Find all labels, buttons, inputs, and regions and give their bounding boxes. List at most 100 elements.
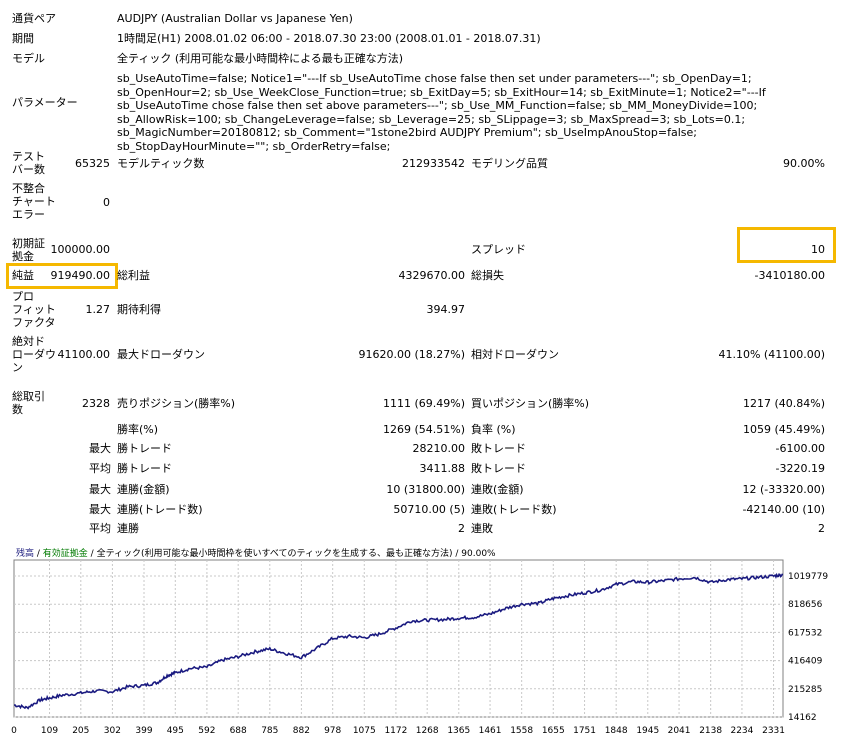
largest-loss-value: -6100.00 (775, 442, 825, 455)
avg-cons-prefix: 平均 (89, 522, 111, 535)
x-tick-label: 1268 (416, 726, 439, 736)
x-tick-label: 1945 (636, 726, 659, 736)
y-tick-label: 818656 (788, 600, 823, 610)
short-positions-value: 1111 (69.49%) (382, 397, 465, 410)
model-quality-label: モデリング品質 (471, 157, 548, 170)
legend-separator: / (452, 549, 462, 559)
profit-factor-label-1: プロ (12, 290, 34, 303)
gross-profit-label: 総利益 (117, 269, 150, 282)
mismatch-label-1: 不整合 (12, 182, 45, 195)
spread-label: スプレッド (471, 243, 526, 256)
y-tick-label: 215285 (788, 685, 822, 695)
x-tick-label: 785 (261, 726, 278, 736)
x-tick-label: 2041 (668, 726, 691, 736)
gross-loss-value: -3410180.00 (754, 269, 825, 282)
x-tick-label: 1848 (605, 726, 628, 736)
model-ticks-label: モデルティック数 (117, 157, 205, 170)
x-tick-label: 205 (72, 726, 89, 736)
x-tick-label: 1461 (479, 726, 502, 736)
avg-cons-win-value: 2 (458, 522, 465, 535)
period-value: 1時間足(H1) 2008.01.02 06:00 - 2018.07.30 2… (117, 32, 541, 45)
model-label: モデル (12, 52, 45, 65)
largest-prefix: 最大 (89, 442, 111, 455)
mismatch-value: 0 (103, 196, 110, 209)
avg-cons-loss-label: 連敗 (471, 522, 493, 535)
total-trades-value: 2328 (82, 397, 110, 410)
y-tick-label: 1019779 (788, 572, 828, 582)
model-ticks-value: 212933542 (402, 157, 465, 170)
x-tick-label: 2138 (699, 726, 722, 736)
x-tick-label: 109 (41, 726, 58, 736)
max-dd-value: 91620.00 (18.27%) (358, 348, 465, 361)
y-tick-label: 14162 (788, 713, 817, 723)
model-value: 全ティック (利用可能な最小時間枠による最も正確な方法) (117, 52, 404, 65)
x-tick-label: 399 (135, 726, 152, 736)
legend-balance: 残高 (16, 549, 35, 559)
params-label: パラメーター (12, 96, 78, 109)
legend-quality: 90.00% (461, 549, 496, 559)
y-tick-label: 617532 (788, 628, 822, 638)
avg-cons-loss-value: 2 (818, 522, 825, 535)
initial-deposit-label-2: 拠金 (12, 250, 34, 263)
total-trades-label-2: 数 (12, 403, 23, 416)
spread-value: 10 (811, 243, 825, 256)
cons-loss-amt-label: 連敗(金額) (471, 483, 524, 496)
gross-loss-label: 総損失 (471, 269, 504, 282)
legend-separator: / (34, 549, 43, 559)
cons-loss-cnt-label: 連敗(トレード数) (471, 503, 557, 516)
model-quality-value: 90.00% (783, 157, 825, 170)
profit-factor-value: 1.27 (85, 303, 111, 316)
x-tick-label: 1075 (353, 726, 376, 736)
x-tick-label: 2234 (730, 726, 753, 736)
win-rate-label: 勝率(%) (117, 423, 159, 436)
gross-profit-value: 4329670.00 (398, 269, 465, 282)
abs-dd-value: 41100.00 (57, 348, 111, 361)
x-tick-label: 1751 (573, 726, 596, 736)
profit-factor-label-3: ファクタ (12, 316, 56, 329)
max-cons-cnt-prefix: 最大 (89, 503, 111, 516)
average-prefix: 平均 (89, 462, 111, 475)
avg-cons-win-label: 連勝 (117, 522, 139, 535)
avg-win-value: 3411.88 (419, 462, 466, 475)
largest-loss-label: 敗トレード (471, 442, 526, 455)
cons-loss-cnt-value: -42140.00 (10) (742, 503, 825, 516)
x-tick-label: 495 (167, 726, 184, 736)
loss-rate-value: 1059 (45.49%) (742, 423, 825, 436)
rel-dd-value: 41.10% (41100.00) (718, 348, 825, 361)
abs-dd-label-3: ン (12, 361, 23, 374)
expected-payoff-value: 394.97 (426, 303, 466, 316)
largest-win-value: 28210.00 (412, 442, 466, 455)
x-tick-label: 2331 (762, 726, 785, 736)
plot-frame (13, 559, 784, 718)
cons-win-cnt-value: 50710.00 (5) (393, 503, 465, 516)
avg-loss-label: 敗トレード (471, 462, 526, 475)
total-trades-label-1: 総取引 (12, 390, 45, 403)
params-value: sb_UseAutoTime=false; Notice1="---If sb_… (117, 72, 766, 153)
x-tick-label: 1655 (542, 726, 565, 736)
short-positions-label: 売りポジション(勝率%) (117, 397, 236, 410)
x-tick-label: 1365 (447, 726, 470, 736)
net-profit-label: 純益 (12, 269, 34, 282)
x-tick-label: 302 (104, 726, 121, 736)
period-label: 期間 (12, 32, 34, 45)
y-tick-label: 416409 (788, 657, 823, 667)
legend-margin: 有効証拠金 (42, 549, 88, 559)
x-tick-label: 0 (11, 726, 17, 736)
net-profit-value: 919490.00 (50, 269, 111, 282)
legend-separator: / (87, 549, 97, 559)
legend-model: 全ティック(利用可能な最小時間枠を使いすべてのティックを生成する、最も正確な方法… (96, 549, 453, 559)
expected-payoff-label: 期待利得 (117, 303, 161, 316)
avg-loss-value: -3220.19 (775, 462, 825, 475)
loss-rate-label: 負率 (%) (471, 423, 516, 436)
test-bars-label-2: バー数 (12, 163, 45, 176)
mismatch-label-3: エラー (12, 208, 45, 221)
max-dd-label: 最大ドローダウン (117, 348, 205, 361)
long-positions-label: 買いポジション(勝率%) (471, 397, 590, 410)
initial-deposit-value: 100000.00 (50, 243, 111, 256)
x-tick-label: 1558 (510, 726, 533, 736)
cons-win-amt-label: 連勝(金額) (117, 483, 170, 496)
long-positions-value: 1217 (40.84%) (742, 397, 825, 410)
cons-loss-amt-value: 12 (-33320.00) (742, 483, 825, 496)
currency-pair-label: 通貨ペア (12, 12, 56, 25)
abs-dd-label-1: 絶対ド (12, 335, 45, 348)
